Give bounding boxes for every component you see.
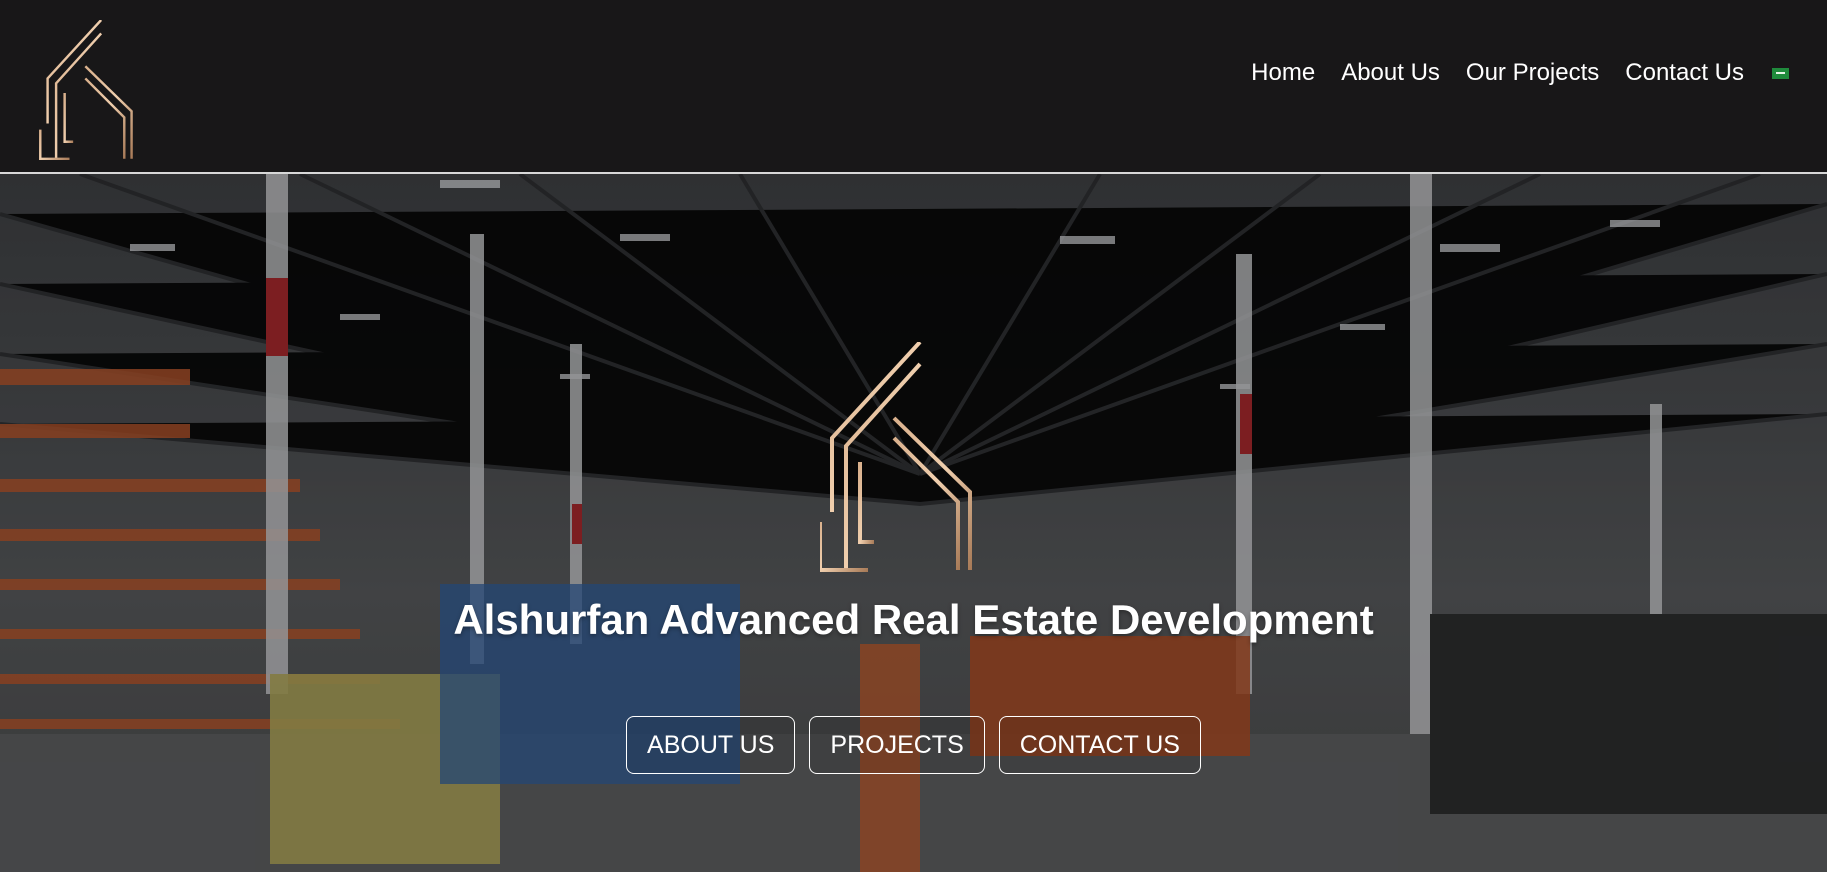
- projects-button[interactable]: PROJECTS: [809, 716, 985, 774]
- saudi-flag-icon[interactable]: [1772, 67, 1789, 79]
- nav-about-link[interactable]: About Us: [1341, 59, 1440, 87]
- nav-projects-link[interactable]: Our Projects: [1466, 59, 1599, 87]
- hero-section: Alshurfan Advanced Real Estate Developme…: [0, 174, 1827, 872]
- building-logo-large-icon: [820, 342, 972, 572]
- main-nav: Home About Us Our Projects Contact Us: [1251, 57, 1789, 89]
- site-header: Home About Us Our Projects Contact Us: [0, 0, 1827, 174]
- contact-us-button[interactable]: CONTACT US: [998, 716, 1201, 774]
- building-logo-icon[interactable]: [38, 20, 143, 160]
- nav-home-link[interactable]: Home: [1251, 59, 1315, 87]
- hero-button-group: ABOUT US PROJECTS CONTACT US: [0, 716, 1827, 774]
- nav-contact-link[interactable]: Contact Us: [1625, 59, 1744, 87]
- about-us-button[interactable]: ABOUT US: [626, 716, 796, 774]
- hero-title: Alshurfan Advanced Real Estate Developme…: [453, 596, 1374, 643]
